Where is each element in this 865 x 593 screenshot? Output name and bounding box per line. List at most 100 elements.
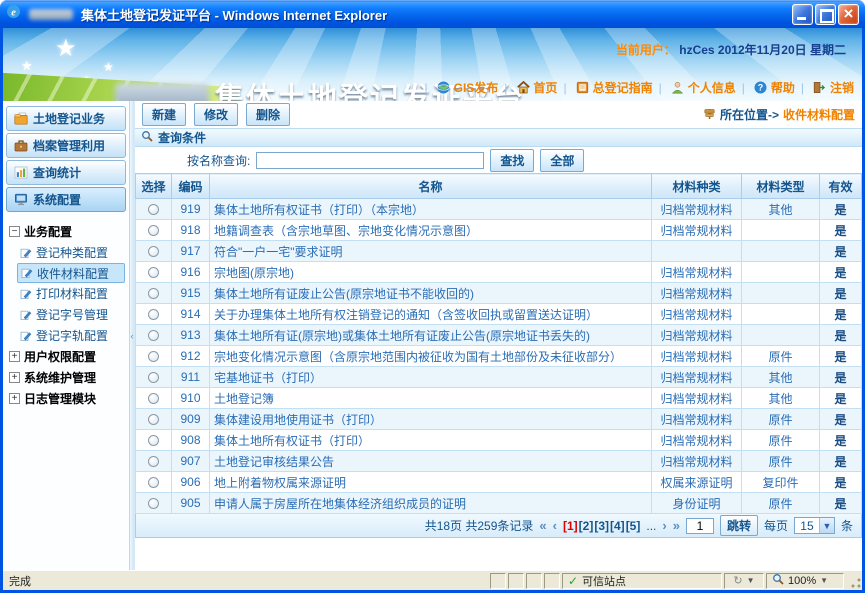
- nav-link[interactable]: 总登记指南: [557, 79, 652, 96]
- name-cell: 宗地图(原宗地): [210, 262, 652, 283]
- sidebar-module[interactable]: 档案管理利用: [6, 133, 126, 158]
- tree-item[interactable]: 收件材料配置: [17, 263, 125, 283]
- tree-item[interactable]: + 用户权限配置: [9, 346, 125, 367]
- minimize-button[interactable]: [792, 4, 813, 25]
- tree-expander-icon[interactable]: +: [9, 393, 20, 404]
- radio-button[interactable]: [148, 414, 159, 425]
- status-pane: [508, 573, 524, 589]
- type-cell: 原件: [742, 493, 820, 514]
- chevron-down-icon[interactable]: ▼: [819, 518, 834, 533]
- resize-grip[interactable]: [848, 573, 862, 589]
- tree-item[interactable]: + 系统维护管理: [9, 367, 125, 388]
- jump-button[interactable]: 跳转: [720, 515, 758, 536]
- code-cell: 912: [172, 346, 210, 367]
- type-cell: 复印件: [742, 472, 820, 493]
- radio-button[interactable]: [148, 330, 159, 341]
- new-button[interactable]: 新建: [142, 103, 186, 126]
- maximize-button[interactable]: [815, 4, 836, 25]
- phishing-filter-pane[interactable]: ↻ ▼: [724, 573, 764, 589]
- code-cell: 919: [172, 199, 210, 220]
- tree-item[interactable]: − 业务配置: [9, 221, 125, 242]
- page-number-input[interactable]: [686, 518, 714, 534]
- nav-link[interactable]: 注销: [795, 79, 854, 96]
- tree-item[interactable]: + 日志管理模块: [9, 388, 125, 409]
- table-row: 906 地上附着物权属来源证明 权属来源证明 复印件 是: [136, 472, 862, 493]
- select-cell: [136, 367, 172, 388]
- tree-item[interactable]: 登记种类配置: [17, 242, 125, 263]
- valid-cell: 是: [820, 451, 862, 472]
- name-cell: 集体土地所有证(原宗地)或集体土地所有证废止公告(原宗地证书丢失的): [210, 325, 652, 346]
- page-link[interactable]: [1]: [563, 519, 578, 533]
- nav-link[interactable]: ? 帮助: [736, 79, 795, 96]
- radio-button[interactable]: [148, 204, 159, 215]
- tree-item[interactable]: 登记字号管理: [17, 304, 125, 325]
- per-page-select[interactable]: 15 ▼: [794, 517, 835, 534]
- star-icon: ★: [103, 60, 114, 74]
- tree-expander-icon[interactable]: +: [9, 372, 20, 383]
- tree-item[interactable]: 登记字轨配置: [17, 325, 125, 346]
- valid-cell: 是: [820, 430, 862, 451]
- tree-item[interactable]: 打印材料配置: [17, 283, 125, 304]
- type-cell: 原件: [742, 451, 820, 472]
- radio-button[interactable]: [148, 351, 159, 362]
- find-button[interactable]: 查找: [490, 149, 534, 172]
- radio-button[interactable]: [148, 435, 159, 446]
- refresh-icon: ↻: [733, 574, 742, 587]
- type-cell: 原件: [742, 346, 820, 367]
- all-button[interactable]: 全部: [540, 149, 584, 172]
- page-link[interactable]: [2]: [579, 519, 594, 533]
- tree-item-label: 系统维护管理: [24, 369, 96, 386]
- breadcrumb-current-page[interactable]: 收件材料配置: [783, 106, 855, 123]
- window-title: 集体土地登记发证平台 - Windows Internet Explorer: [81, 5, 387, 24]
- page-link[interactable]: [3]: [594, 519, 609, 533]
- select-cell: [136, 346, 172, 367]
- name-search-input[interactable]: [256, 152, 484, 169]
- search-row: 按名称查询: 查找 全部: [135, 147, 862, 173]
- table-row: 911 宅基地证书（打印） 归档常规材料 其他 是: [136, 367, 862, 388]
- name-cell: 集体土地所有权证书（打印）: [210, 430, 652, 451]
- nav-link[interactable]: GIS发布: [418, 79, 498, 96]
- radio-button[interactable]: [148, 246, 159, 257]
- page-link[interactable]: [4]: [610, 519, 625, 533]
- delete-button[interactable]: 删除: [246, 103, 290, 126]
- kind-cell: [652, 241, 742, 262]
- prev-page-icon[interactable]: ‹: [553, 518, 557, 533]
- kind-cell: 归档常规材料: [652, 325, 742, 346]
- radio-button[interactable]: [148, 477, 159, 488]
- search-icon: [141, 130, 153, 145]
- kind-cell: 归档常规材料: [652, 262, 742, 283]
- radio-button[interactable]: [148, 456, 159, 467]
- nav-link[interactable]: 首页: [498, 79, 557, 96]
- modify-button[interactable]: 修改: [194, 103, 238, 126]
- tree-expander-icon[interactable]: −: [9, 226, 20, 237]
- breadcrumb-location-label: 所在位置->: [720, 106, 779, 123]
- type-cell: [742, 241, 820, 262]
- close-button[interactable]: [838, 4, 859, 25]
- page-link[interactable]: [5]: [626, 519, 641, 533]
- kind-cell: 归档常规材料: [652, 388, 742, 409]
- radio-button[interactable]: [148, 498, 159, 509]
- toolbar: 新建 修改 删除 所在位置-> 收件材料配置: [135, 101, 862, 128]
- table-row: 910 土地登记簿 归档常规材料 其他 是: [136, 388, 862, 409]
- radio-button[interactable]: [148, 225, 159, 236]
- zoom-control[interactable]: 100% ▼: [766, 573, 844, 589]
- radio-button[interactable]: [148, 393, 159, 404]
- code-cell: 905: [172, 493, 210, 514]
- next-page-icon[interactable]: ›: [662, 518, 666, 533]
- radio-button[interactable]: [148, 372, 159, 383]
- radio-button[interactable]: [148, 288, 159, 299]
- radio-button[interactable]: [148, 309, 159, 320]
- sidebar-module-label: 系统配置: [33, 191, 81, 208]
- nav-link-label: 总登记指南: [593, 79, 653, 96]
- sidebar-module[interactable]: 查询统计: [6, 160, 126, 185]
- guide-book-icon: [576, 81, 590, 95]
- nav-link[interactable]: 个人信息: [653, 79, 736, 96]
- sidebar-module[interactable]: 系统配置: [6, 187, 126, 212]
- last-page-icon[interactable]: »: [673, 518, 680, 533]
- star-icon: ★: [55, 34, 77, 63]
- sidebar-module[interactable]: 土地登记业务: [6, 106, 126, 131]
- first-page-icon[interactable]: «: [539, 518, 546, 533]
- radio-button[interactable]: [148, 267, 159, 278]
- sidebar-tree: − 业务配置 登记种类配置 收件材料配置 打印材料配置: [3, 214, 129, 409]
- tree-expander-icon[interactable]: +: [9, 351, 20, 362]
